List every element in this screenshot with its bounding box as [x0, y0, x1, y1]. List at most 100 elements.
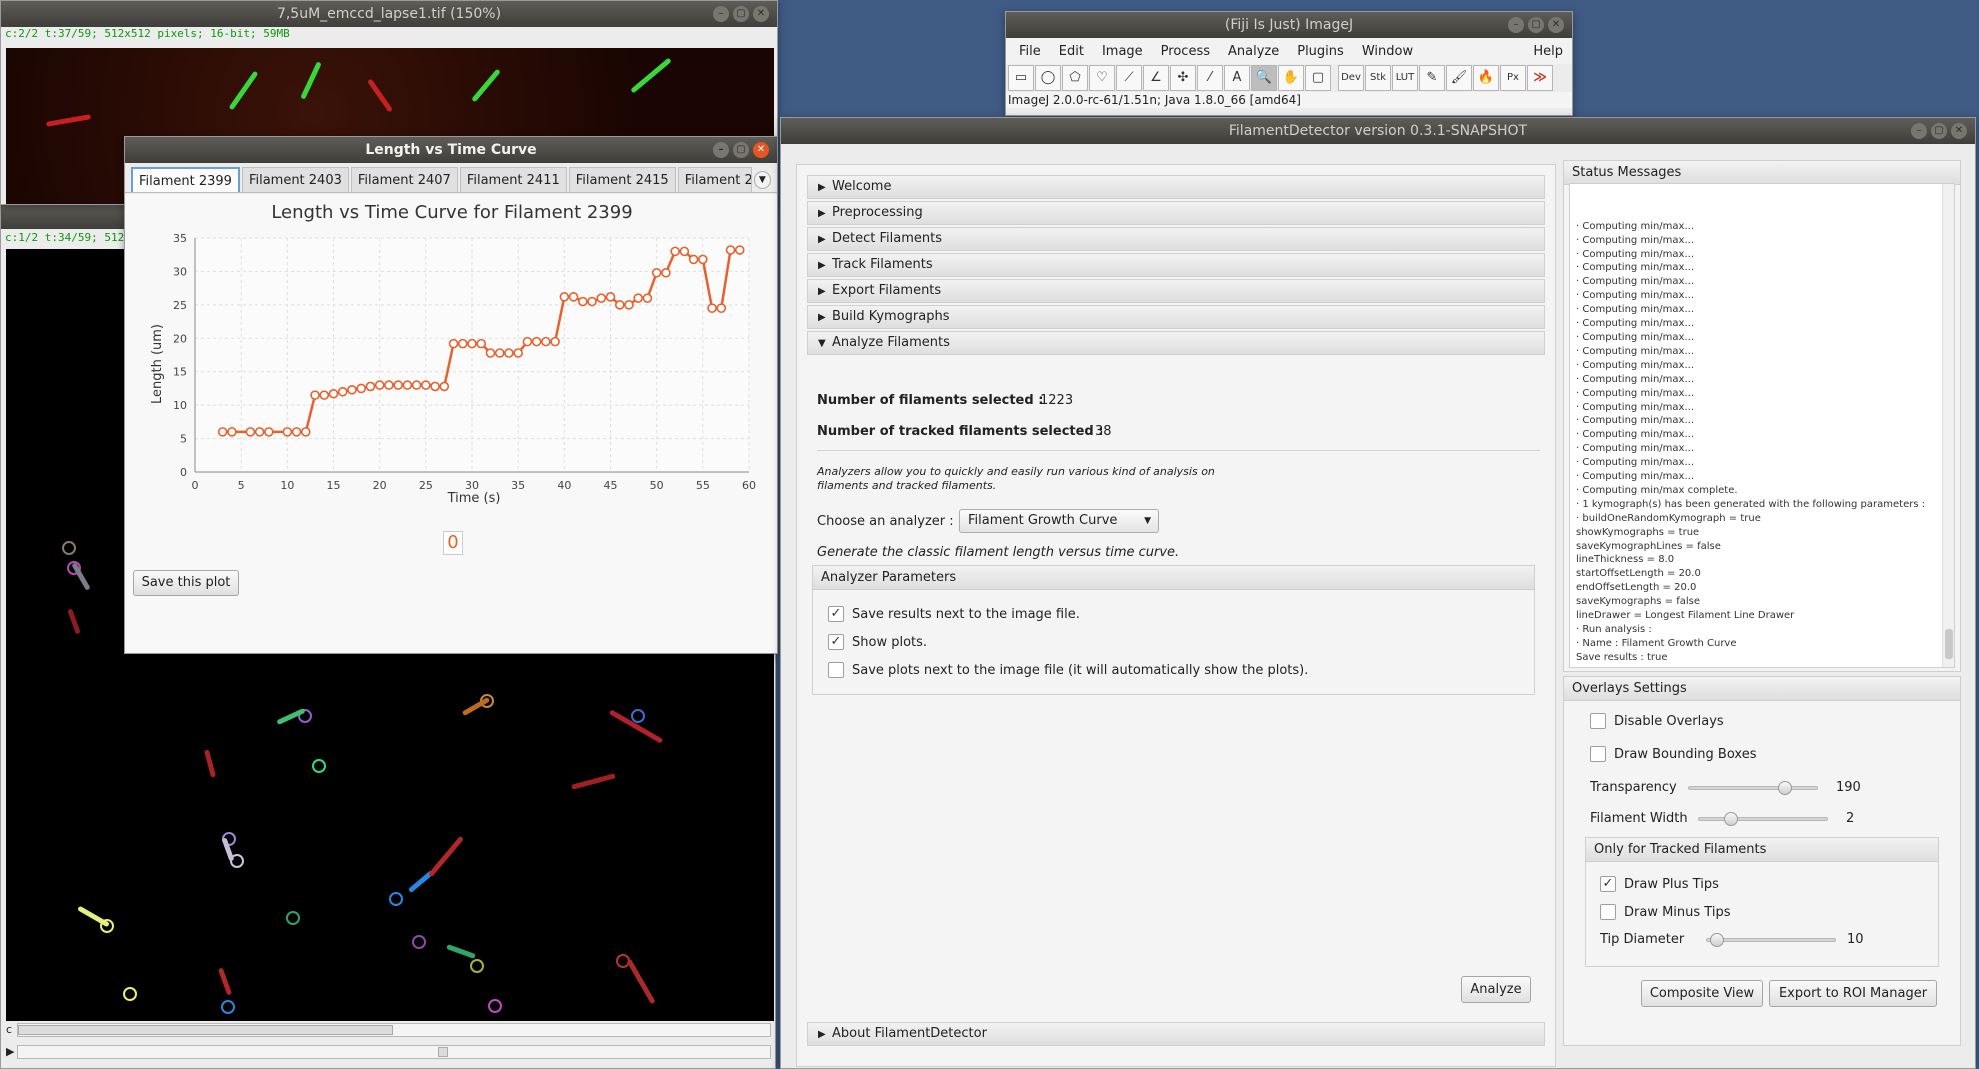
menu-edit[interactable]: Edit	[1050, 44, 1093, 59]
pencil-tool-icon[interactable]: ✎	[1419, 65, 1445, 91]
checkbox-checked-icon[interactable]: ✓	[1600, 876, 1616, 892]
oval-tool-icon[interactable]: ◯	[1035, 65, 1061, 91]
close-icon[interactable]: ✕	[753, 6, 769, 22]
more-tools-icon[interactable]: ≫	[1527, 65, 1553, 91]
minimize-icon[interactable]: –	[713, 6, 729, 22]
wand-tool-icon[interactable]: ⁄	[1197, 65, 1223, 91]
section-label: Build Kymographs	[832, 309, 950, 324]
checkbox-unchecked-icon[interactable]	[1600, 904, 1616, 920]
filament-width-slider[interactable]	[1698, 812, 1828, 826]
minimize-icon[interactable]: –	[1911, 123, 1927, 139]
draw-bounding-boxes-option[interactable]: Draw Bounding Boxes	[1590, 746, 1756, 762]
draw-plus-tips-option[interactable]: ✓ Draw Plus Tips	[1600, 876, 1719, 892]
pixel-inspector-icon[interactable]: Px	[1500, 65, 1526, 91]
menu-help[interactable]: Help	[1524, 44, 1572, 59]
composite-view-button[interactable]: Composite View	[1641, 980, 1763, 1007]
rectangle-tool-icon[interactable]: ▭	[1008, 65, 1034, 91]
flood-fill-tool-icon[interactable]: 🔥	[1473, 65, 1499, 91]
menu-process[interactable]: Process	[1152, 44, 1219, 59]
angle-tool-icon[interactable]: ∠	[1143, 65, 1169, 91]
tab-filament-2415[interactable]: Filament 2415	[568, 167, 676, 192]
draw-minus-tips-option[interactable]: Draw Minus Tips	[1600, 904, 1730, 920]
channel-scrollbar[interactable]: c	[6, 1023, 771, 1037]
close-icon[interactable]: ✕	[1951, 123, 1967, 139]
polygon-tool-icon[interactable]: ⬠	[1062, 65, 1088, 91]
checkbox-unchecked-icon[interactable]	[1590, 746, 1606, 762]
export-roi-manager-button[interactable]: Export to ROI Manager	[1769, 980, 1937, 1007]
section-track-filaments[interactable]: ▶ Track Filaments	[807, 253, 1545, 277]
image-window-titlebar[interactable]: 7,5uM_emccd_lapse1.tif (150%) – ▢ ✕	[1, 1, 777, 27]
maximize-icon[interactable]: ▢	[1528, 17, 1544, 33]
draw-bounding-boxes-label: Draw Bounding Boxes	[1614, 746, 1757, 762]
menu-image[interactable]: Image	[1093, 44, 1152, 59]
minimize-icon[interactable]: –	[713, 142, 729, 158]
save-plot-button[interactable]: Save this plot	[133, 570, 239, 596]
data-point	[688, 254, 699, 265]
log-scroll-thumb[interactable]	[1945, 629, 1953, 659]
menu-window[interactable]: Window	[1353, 44, 1422, 59]
section-label: Export Filaments	[832, 283, 942, 298]
filament-detector-window[interactable]: FilamentDetector version 0.3.1-SNAPSHOT …	[780, 117, 1976, 1069]
magnifier-tool-icon[interactable]: 🔍	[1251, 65, 1277, 91]
section-about[interactable]: ▶ About FilamentDetector	[807, 1022, 1545, 1046]
section-detect-filaments[interactable]: ▶ Detect Filaments	[807, 227, 1545, 251]
maximize-icon[interactable]: ▢	[1931, 123, 1947, 139]
analyzer-select[interactable]: Filament Growth Curve ▼	[959, 509, 1159, 533]
section-welcome[interactable]: ▶ Welcome	[807, 175, 1545, 199]
hand-tool-icon[interactable]: ✋	[1278, 65, 1304, 91]
maximize-icon[interactable]: ▢	[733, 6, 749, 22]
maximize-icon[interactable]: ▢	[733, 142, 749, 158]
menu-file[interactable]: File	[1010, 44, 1050, 59]
stk-tool-icon[interactable]: Stk	[1365, 65, 1391, 91]
close-icon[interactable]: ✕	[1548, 17, 1564, 33]
tab-filament-2399[interactable]: Filament 2399	[131, 167, 240, 192]
plot-window[interactable]: Length vs Time Curve – ▢ ✕ Filament 2399…	[124, 136, 778, 654]
section-preprocessing[interactable]: ▶ Preprocessing	[807, 201, 1545, 225]
imagej-titlebar[interactable]: (Fiji Is Just) ImageJ – ▢ ✕	[1006, 12, 1572, 38]
transparency-slider[interactable]	[1688, 781, 1818, 795]
status-log[interactable]: · Computing min/max... · Computing min/ma…	[1569, 183, 1955, 668]
point-tool-icon[interactable]: ✣	[1170, 65, 1196, 91]
plot-window-titlebar[interactable]: Length vs Time Curve – ▢ ✕	[125, 137, 777, 163]
freehand-tool-icon[interactable]: ♡	[1089, 65, 1115, 91]
frame-scroll-thumb[interactable]	[438, 1047, 448, 1057]
section-analyze-filaments[interactable]: ▼ Analyze Filaments	[807, 331, 1545, 355]
fd-titlebar[interactable]: FilamentDetector version 0.3.1-SNAPSHOT …	[781, 118, 1975, 144]
param-save-results[interactable]: ✓ Save results next to the image file.	[828, 606, 1080, 622]
text-tool-icon[interactable]: A	[1224, 65, 1250, 91]
line-tool-icon[interactable]: ⟋	[1116, 65, 1142, 91]
tab-filament-24xx[interactable]: Filament 24	[677, 167, 752, 192]
tab-overflow-dropdown-icon[interactable]: ▼	[753, 171, 771, 189]
dev-tool-icon[interactable]: Dev	[1338, 65, 1364, 91]
param-show-plots[interactable]: ✓ Show plots.	[828, 634, 927, 650]
checkbox-checked-icon[interactable]: ✓	[828, 634, 844, 650]
checkbox-unchecked-icon[interactable]	[1590, 713, 1606, 729]
tab-filament-2403[interactable]: Filament 2403	[241, 167, 349, 192]
log-scrollbar[interactable]	[1942, 184, 1954, 667]
frame-scrollbar[interactable]: ▶	[6, 1045, 771, 1059]
tab-filament-2411[interactable]: Filament 2411	[459, 167, 567, 192]
menu-plugins[interactable]: Plugins	[1288, 44, 1353, 59]
slider-knob[interactable]	[1778, 781, 1792, 795]
section-label: Preprocessing	[832, 205, 923, 220]
channel-scroll-thumb[interactable]	[18, 1025, 393, 1035]
brush-tool-icon[interactable]: 🖌	[1446, 65, 1472, 91]
disable-overlays-option[interactable]: Disable Overlays	[1590, 713, 1724, 729]
color-picker-icon[interactable]: ▢	[1305, 65, 1331, 91]
lut-tool-icon[interactable]: LUT	[1392, 65, 1418, 91]
checkbox-unchecked-icon[interactable]	[828, 662, 844, 678]
imagej-window[interactable]: (Fiji Is Just) ImageJ – ▢ ✕ File Edit Im…	[1005, 11, 1573, 116]
slider-knob[interactable]	[1710, 933, 1725, 947]
section-export-filaments[interactable]: ▶ Export Filaments	[807, 279, 1545, 303]
close-icon[interactable]: ✕	[753, 142, 769, 158]
tip-diameter-slider[interactable]	[1706, 933, 1836, 947]
analyze-button[interactable]: Analyze	[1461, 976, 1531, 1003]
section-build-kymographs[interactable]: ▶ Build Kymographs	[807, 305, 1545, 329]
param-save-plots[interactable]: Save plots next to the image file (it wi…	[828, 662, 1308, 678]
menu-analyze[interactable]: Analyze	[1219, 44, 1288, 59]
tab-filament-2407[interactable]: Filament 2407	[350, 167, 458, 192]
slider-knob[interactable]	[1724, 812, 1738, 826]
checkbox-checked-icon[interactable]: ✓	[828, 606, 844, 622]
minimize-icon[interactable]: –	[1508, 17, 1524, 33]
play-icon[interactable]: ▶	[6, 1045, 14, 1058]
